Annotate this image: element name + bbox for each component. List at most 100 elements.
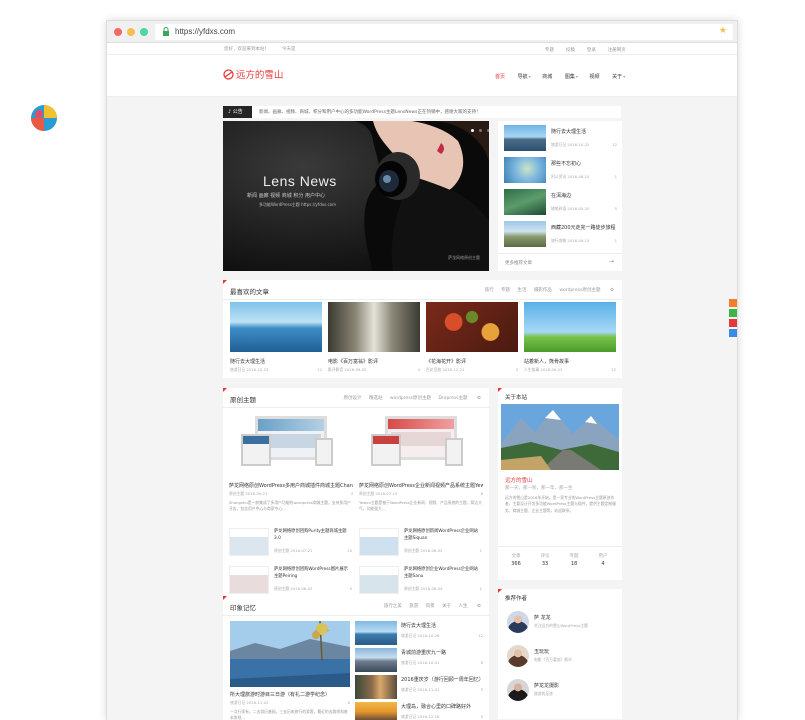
travel-meta: 旅游日记 2016-11-02 8 <box>230 700 350 705</box>
post-card[interactable]: 《花海花开》影评 百花竞放 2016-12-21 3 <box>426 302 518 374</box>
post-card[interactable]: 随行去大理生活 旅游日记 2016-10-25 12 <box>230 302 322 374</box>
close-window-button[interactable] <box>114 28 122 36</box>
theme-small[interactable]: 萨龙网络原创团购Purity主题商城主题3.0 原创主题 2016-07-21 1… <box>229 526 353 560</box>
chevron-down-icon: ▾ <box>575 74 578 79</box>
site-logo[interactable]: 远方的雪山 <box>223 67 283 83</box>
tab[interactable]: 生活 <box>518 288 527 293</box>
tab[interactable]: 精选站 <box>369 396 383 401</box>
tab[interactable]: 摄影作品 <box>534 288 552 293</box>
theme-thumb <box>359 566 399 594</box>
nav-item[interactable]: 视频 <box>589 74 599 80</box>
tab[interactable]: 旅行 <box>485 288 494 293</box>
section-marker <box>498 589 502 593</box>
app-icon[interactable] <box>30 104 58 132</box>
tab[interactable]: 人生 <box>459 604 468 609</box>
bookmark-star-icon[interactable]: ★ <box>719 26 727 36</box>
slider-dot[interactable] <box>478 129 482 132</box>
side-item[interactable]: 西藏200元走完一路徒步旅程 旅行攻略 2016-09-15 1 <box>504 221 618 251</box>
qq-float-button[interactable] <box>729 329 737 337</box>
wechat-float-button[interactable] <box>729 309 737 317</box>
theme-small-meta: 原创主题 2016-06-04 1 <box>404 586 482 591</box>
slider-tagline: 新闻 画廊 视频 商城 积分 用户中心 <box>247 193 325 199</box>
hero-slider[interactable]: Lens News 新闻 画廊 视频 商城 积分 用户中心 多功能WordPre… <box>223 121 489 271</box>
tab[interactable]: Dropress主题 <box>438 396 467 401</box>
settings-icon[interactable]: ⚙ <box>477 604 481 609</box>
section-tabs: 旅行之美 旅游 风景 关于 人生 ⚙ <box>378 603 481 609</box>
travel-item[interactable]: 青城前游重庆九一路 旅游日记 2016-10-01 8 <box>355 648 483 672</box>
theme-small[interactable]: 萨龙网络原创团购WordPress图片展示主题Peiring 原创主题 2016… <box>229 564 353 598</box>
maximize-window-button[interactable] <box>140 28 148 36</box>
stat: 文章 366 <box>511 554 521 567</box>
weibo-float-button[interactable] <box>729 319 737 327</box>
theme-card[interactable]: 萨龙网络原创WordPress多用户商城插件商城主题ChanZK 原创主题 20… <box>229 412 353 520</box>
nav-item-home[interactable]: 首页 <box>495 74 505 80</box>
settings-icon[interactable]: ⚙ <box>477 396 481 401</box>
side-item-title: 那些不忘初心 <box>551 161 582 167</box>
post-meta: 旅游日记 2016-10-25 12 <box>230 367 322 372</box>
top-link[interactable]: 注册网页 <box>608 48 626 53</box>
post-title: 随行去大理生活 <box>230 359 266 365</box>
float-toolbar <box>729 299 737 339</box>
arrow-right-icon: → <box>608 258 614 265</box>
side-item-title: 在洱海边 <box>551 193 572 199</box>
notice-text[interactable]: 新闻、画廊、视频、商城、积分和用户中心的多功能WordPress主题LensNe… <box>259 109 619 115</box>
tab[interactable]: wordpress原创主题 <box>559 288 600 293</box>
travel-feature[interactable]: 所大理旅游时游目三日游（有礼二游学纪念） 旅游日记 2016-11-02 8 一点… <box>230 621 350 720</box>
travel-item[interactable]: 随行去大理生活 旅游日记 2016-10-26 12 <box>355 621 483 645</box>
author-item[interactable]: 玉玩玩 电影《百万富翁》影评 <box>507 645 617 671</box>
theme-meta: 原创主题 2016-09-21 4 <box>229 491 353 496</box>
side-item[interactable]: 随行去大理生活 旅游日记 2016-10-25 12 <box>504 125 618 155</box>
nav-item[interactable]: 关于 <box>612 74 622 80</box>
tab[interactable]: 原创设计 <box>344 396 362 401</box>
thumb-image <box>504 157 546 183</box>
theme-small[interactable]: 萨龙网络原创企业WordPress企业网站主题Sanu 原创主题 2016-06… <box>359 564 483 598</box>
author-name: 萨 龙龙 <box>534 615 551 621</box>
author-name: 玉玩玩 <box>534 649 550 655</box>
theme-card[interactable]: 萨龙网络原创WordPress企业新闻视频产品系统主题Yewen 原创主题 20… <box>359 412 483 520</box>
tab[interactable]: 旅游 <box>409 604 418 609</box>
nav-item[interactable]: 导航 <box>518 74 528 80</box>
more-link[interactable]: 更多推荐文章 → <box>498 253 622 271</box>
travel-item[interactable]: 大理岛，融合心里的口碑路好外 旅游日记 2016-12-18 5 <box>355 702 483 720</box>
top-link[interactable]: 投稿 <box>566 48 575 53</box>
notice-bar: ♪ 公告 新闻、画廊、视频、商城、积分和用户中心的多功能WordPress主题L… <box>223 106 621 118</box>
section-tabs: 旅行 专题 生活 摄影作品 wordpress原创主题 ⚙ <box>479 287 614 293</box>
post-image <box>230 302 322 352</box>
post-card[interactable]: 站着新人，熊骨故事 人生故事 2016-09-22 12 <box>524 302 616 374</box>
settings-icon[interactable]: ⚙ <box>610 288 614 293</box>
side-item[interactable]: 在洱海边 随笔碎语 2016-05-20 5 <box>504 189 618 219</box>
travel-item-title: 大理岛，融合心里的口碑路好外 <box>401 704 472 710</box>
tab[interactable]: 关于 <box>442 604 451 609</box>
themes-section: 原创主题 原创设计 精选站 wordpress原创主题 Dropress主题 ⚙… <box>223 388 489 608</box>
post-card[interactable]: 电影《百万富翁》影评 影评影音 2016-09-05 4 <box>328 302 420 374</box>
slider-dot[interactable] <box>486 129 489 132</box>
about-stats: 文章 366 评论 33 专题 18 用户 4 <box>498 546 622 576</box>
theme-screenshot <box>229 412 353 476</box>
top-link[interactable]: 专题 <box>545 48 554 53</box>
slider-dot[interactable] <box>471 129 474 132</box>
travel-item-title: 2016重庆岁（游行回顾一周年回忆） <box>401 677 483 683</box>
travel-thumb <box>355 648 397 672</box>
theme-thumb <box>359 528 399 556</box>
minimize-window-button[interactable] <box>127 28 135 36</box>
tab[interactable]: 风景 <box>426 604 435 609</box>
tab[interactable]: wordpress原创主题 <box>390 396 431 401</box>
address-bar[interactable]: https://yfdxs.com ★ <box>155 24 733 40</box>
author-item[interactable]: 萨龙龙摄影 旅游的足迹 <box>507 679 617 705</box>
chevron-down-icon: ▾ <box>623 74 626 79</box>
nav-item[interactable]: 商城 <box>542 74 552 80</box>
author-desc: 旅游的足迹 <box>534 691 553 696</box>
author-item[interactable]: 萨 龙龙 关注远方的雪山WordPress主题 <box>507 611 617 637</box>
theme-small[interactable]: 萨龙网络原创新闻WordPress企业网站主题Siquan 原创主题 2016-… <box>359 526 483 560</box>
tab[interactable]: 专题 <box>501 288 510 293</box>
tab[interactable]: 旅行之美 <box>384 604 402 609</box>
travel-image <box>230 621 350 687</box>
travel-item[interactable]: 2016重庆岁（游行回顾一周年回忆） 旅游日记 2016-11-01 3 <box>355 675 483 699</box>
travel-item-title: 随行去大理生活 <box>401 623 437 629</box>
search-float-button[interactable] <box>729 299 737 307</box>
side-item[interactable]: 那些不忘初心 阿公资讯 2016-08-10 1 <box>504 157 618 187</box>
top-link[interactable]: 登录 <box>587 48 596 53</box>
date-text: 今天是 <box>282 47 296 52</box>
nav-item[interactable]: 图集 <box>565 74 575 80</box>
browser-chrome: https://yfdxs.com ★ <box>107 21 737 43</box>
